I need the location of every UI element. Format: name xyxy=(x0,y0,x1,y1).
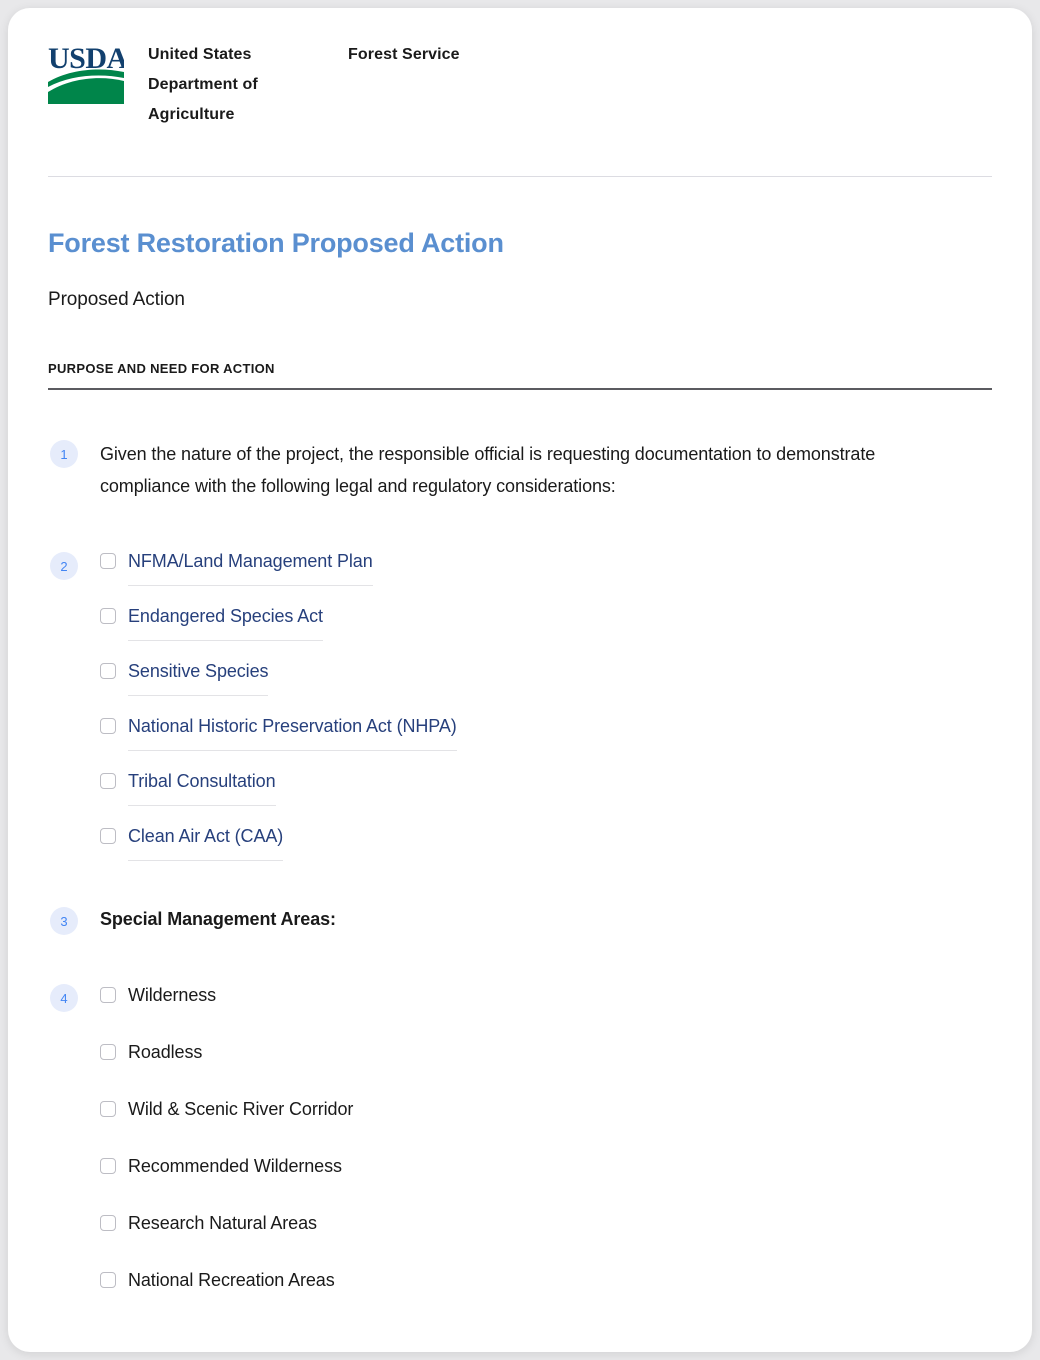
special-areas-heading-block: 3 Special Management Areas: xyxy=(48,906,992,936)
list-item-label[interactable]: Wilderness xyxy=(128,982,216,1008)
checkbox-roadless[interactable] xyxy=(100,1044,116,1061)
list-item[interactable]: Clean Air Act (CAA) xyxy=(100,823,992,862)
list-item[interactable]: NFMA/Land Management Plan xyxy=(100,548,992,587)
list-item-label[interactable]: Recommended Wilderness xyxy=(128,1153,342,1179)
checkbox-clean-air-act[interactable] xyxy=(100,828,116,845)
list-item-label[interactable]: Tribal Consultation xyxy=(128,768,276,807)
section-label: PURPOSE AND NEED FOR ACTION xyxy=(48,361,275,377)
checkbox-recommended-wilderness[interactable] xyxy=(100,1158,116,1175)
list-item[interactable]: Roadless xyxy=(100,1039,992,1065)
special-areas-checklist: 4 Wilderness Roadless Wild & Scenic Rive… xyxy=(48,982,992,1293)
checkbox-sensitive-species[interactable] xyxy=(100,663,116,680)
list-item[interactable]: Research Natural Areas xyxy=(100,1210,992,1236)
document-page: USDA United States Department of Agricul… xyxy=(8,8,1032,1352)
list-item-label[interactable]: Wild & Scenic River Corridor xyxy=(128,1096,353,1122)
special-areas-rows: Wilderness Roadless Wild & Scenic River … xyxy=(48,982,992,1293)
page-subtitle: Proposed Action xyxy=(48,289,185,311)
checkbox-wild-scenic-river-corridor[interactable] xyxy=(100,1101,116,1118)
intro-paragraph: Given the nature of the project, the res… xyxy=(100,444,876,497)
usda-logo-icon: USDA xyxy=(48,42,124,104)
checkbox-research-natural-areas[interactable] xyxy=(100,1215,116,1232)
special-areas-heading: Special Management Areas: xyxy=(100,909,336,930)
agency-name: United States Department of Agriculture xyxy=(148,46,258,123)
step-badge-3: 3 xyxy=(50,907,78,936)
list-item[interactable]: National Historic Preservation Act (NHPA… xyxy=(100,713,992,752)
checkbox-endangered-species-act[interactable] xyxy=(100,608,116,625)
page-title: Forest Restoration Proposed Action xyxy=(48,228,504,258)
page-header: USDA United States Department of Agricul… xyxy=(48,32,992,152)
compliance-rows: NFMA/Land Management Plan Endangered Spe… xyxy=(48,548,992,862)
list-item-label[interactable]: Roadless xyxy=(128,1039,202,1065)
list-item[interactable]: Sensitive Species xyxy=(100,658,992,697)
list-item-label[interactable]: NFMA/Land Management Plan xyxy=(128,548,373,587)
list-item-label[interactable]: National Recreation Areas xyxy=(128,1267,335,1293)
checkbox-nfma-land-management-plan[interactable] xyxy=(100,553,116,570)
header-divider xyxy=(48,176,992,177)
checkbox-wilderness[interactable] xyxy=(100,987,116,1004)
document-content: USDA United States Department of Agricul… xyxy=(48,32,992,1324)
section-divider xyxy=(48,388,992,391)
compliance-checklist: 2 NFMA/Land Management Plan Endangered S… xyxy=(48,548,992,862)
step-badge-1: 1 xyxy=(50,440,78,469)
svg-text:USDA: USDA xyxy=(48,42,124,75)
list-item[interactable]: National Recreation Areas xyxy=(100,1267,992,1293)
intro-block: 1 Given the nature of the project, the r… xyxy=(48,438,992,502)
checkbox-national-historic-preservation-act[interactable] xyxy=(100,718,116,735)
list-item-label[interactable]: Sensitive Species xyxy=(128,658,268,697)
list-item[interactable]: Endangered Species Act xyxy=(100,603,992,642)
list-item-label[interactable]: Research Natural Areas xyxy=(128,1210,317,1236)
list-item-label[interactable]: Clean Air Act (CAA) xyxy=(128,823,283,862)
list-item[interactable]: Wilderness xyxy=(100,982,992,1008)
list-item[interactable]: Recommended Wilderness xyxy=(100,1153,992,1179)
list-item[interactable]: Tribal Consultation xyxy=(100,768,992,807)
list-item[interactable]: Wild & Scenic River Corridor xyxy=(100,1096,992,1122)
service-name: Forest Service xyxy=(348,46,460,63)
checkbox-national-recreation-areas[interactable] xyxy=(100,1272,116,1289)
checkbox-tribal-consultation[interactable] xyxy=(100,773,116,790)
list-item-label[interactable]: Endangered Species Act xyxy=(128,603,323,642)
list-item-label[interactable]: National Historic Preservation Act (NHPA… xyxy=(128,713,457,752)
